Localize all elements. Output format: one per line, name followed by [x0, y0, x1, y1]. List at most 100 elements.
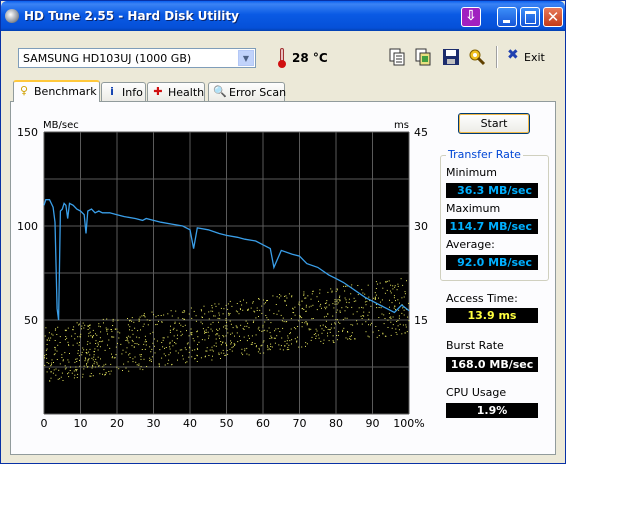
access-time-point — [214, 303, 216, 305]
access-time-point — [319, 325, 321, 327]
access-time-point — [122, 349, 124, 351]
access-time-point — [219, 318, 221, 320]
access-time-point — [396, 321, 398, 322]
access-time-point — [94, 366, 96, 368]
access-time-point — [346, 301, 348, 303]
access-time-point — [334, 303, 336, 305]
access-time-point — [278, 310, 280, 312]
access-time-point — [211, 330, 213, 332]
access-time-point — [248, 327, 250, 329]
access-time-point — [73, 370, 75, 372]
access-time-point — [87, 366, 89, 367]
access-time-point — [306, 324, 308, 326]
access-time-point — [382, 287, 384, 289]
access-time-point — [53, 354, 55, 356]
y-tick-right: 45 — [414, 126, 428, 139]
access-time-point — [332, 315, 334, 317]
exit-button[interactable]: ✖ Exit — [504, 47, 548, 67]
access-time-point — [154, 352, 156, 354]
access-time-point — [175, 310, 177, 312]
access-time-point — [253, 310, 255, 312]
cpu-usage-value: 1.9% — [446, 403, 538, 418]
y-tick-right: 30 — [414, 220, 428, 233]
access-time-point — [95, 340, 97, 342]
access-time-point — [290, 328, 292, 330]
access-time-point — [336, 289, 338, 291]
access-time-point — [224, 325, 226, 327]
tab-benchmark[interactable]: ♀ Benchmark — [13, 80, 100, 102]
access-time-point — [46, 362, 48, 363]
access-time-point — [153, 338, 155, 340]
access-time-point — [291, 295, 293, 297]
access-time-point — [165, 355, 167, 357]
access-time-point — [161, 321, 163, 323]
access-time-point — [361, 289, 363, 291]
access-time-point — [226, 328, 228, 330]
access-time-point — [188, 313, 190, 315]
access-time-point — [361, 306, 363, 308]
access-time-point — [189, 347, 191, 349]
access-time-point — [256, 345, 257, 347]
access-time-point — [386, 280, 388, 282]
download-arrow-icon[interactable]: ⇩ — [461, 7, 481, 27]
access-time-point — [150, 359, 152, 361]
access-time-point — [375, 326, 377, 327]
access-time-point — [243, 329, 245, 330]
maximum-label: Maximum — [446, 202, 501, 215]
access-time-point — [89, 342, 91, 344]
access-time-point — [143, 313, 145, 315]
maximize-button[interactable] — [520, 7, 540, 27]
access-time-point — [374, 292, 376, 294]
access-time-point — [93, 356, 95, 358]
access-time-point — [258, 298, 260, 299]
access-time-point — [82, 347, 84, 349]
access-time-point — [297, 336, 298, 338]
access-time-point — [51, 359, 53, 361]
access-time-point — [390, 316, 392, 318]
close-button[interactable]: ✕ — [543, 7, 563, 27]
access-time-point — [323, 339, 325, 341]
access-time-point — [370, 305, 372, 307]
access-time-point — [154, 345, 155, 347]
access-time-point — [252, 302, 254, 304]
access-time-point — [365, 331, 367, 333]
access-time-point — [386, 289, 388, 291]
access-time-point — [247, 310, 249, 311]
access-time-point — [86, 363, 88, 365]
access-time-point — [275, 304, 277, 305]
access-time-point — [144, 335, 146, 337]
access-time-point — [229, 348, 231, 350]
start-button[interactable]: Start — [458, 113, 530, 134]
access-time-point — [349, 336, 351, 338]
access-time-point — [182, 358, 184, 360]
access-time-value: 13.9 ms — [446, 308, 538, 323]
access-time-point — [403, 309, 405, 311]
access-time-point — [267, 345, 268, 347]
access-time-point — [215, 338, 217, 340]
access-time-point — [345, 285, 346, 287]
access-time-point — [301, 322, 303, 323]
access-time-point — [261, 305, 263, 307]
access-time-point — [251, 342, 253, 343]
access-time-point — [61, 372, 63, 374]
access-time-point — [325, 308, 327, 310]
access-time-point — [202, 328, 204, 330]
access-time-point — [294, 306, 296, 308]
access-time-point — [132, 341, 134, 343]
access-time-point — [44, 357, 45, 359]
access-time-point — [295, 328, 297, 330]
access-time-point — [408, 320, 410, 322]
access-time-point — [138, 320, 140, 322]
access-time-point — [142, 369, 144, 371]
access-time-point — [241, 304, 243, 306]
options-icon[interactable] — [468, 48, 486, 66]
access-time-point — [141, 315, 143, 317]
save-icon[interactable] — [442, 48, 460, 66]
access-time-point — [286, 349, 288, 351]
access-time-point — [160, 315, 162, 316]
minimize-button[interactable] — [497, 7, 517, 27]
access-time-point — [138, 318, 140, 320]
access-time-point — [316, 309, 318, 311]
access-time-point — [398, 329, 400, 331]
access-time-point — [285, 295, 287, 297]
